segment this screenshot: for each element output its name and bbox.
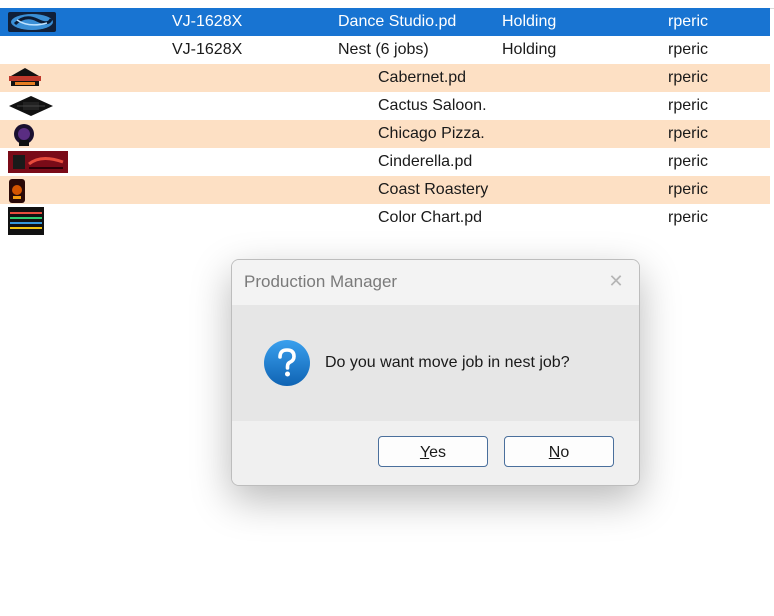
job-name-cell: Coast Roastery [378,181,489,198]
cinderella-thumbnail-icon [7,150,69,174]
job-row-nest[interactable]: VJ-1628X Nest (6 jobs) Holding rperic [0,36,770,64]
job-row-cabernet[interactable]: Cabernet.pd rperic [0,64,770,92]
job-list: VJ-1628X Dance Studio.pd Holding rperic … [0,0,774,260]
dialog-title-bar[interactable]: Production Manager ✕ [232,260,639,305]
dialog-body: Do you want move job in nest job? [232,305,639,421]
dialog-message: Do you want move job in nest job? [325,354,570,371]
job-name-cell: Color Chart.pd [378,209,483,226]
question-icon [263,339,311,387]
job-name-cell: Cactus Saloon. [378,97,487,114]
close-icon[interactable]: ✕ [605,270,627,292]
status-cell: Holding [502,13,557,30]
no-button[interactable]: No [504,436,614,467]
user-cell: rperic [668,97,709,114]
status-cell: Holding [502,41,557,58]
dialog-title: Production Manager [244,272,398,291]
job-row-dance-studio[interactable]: VJ-1628X Dance Studio.pd Holding rperic [0,8,770,36]
job-name-cell: Chicago Pizza. [378,125,485,142]
job-name-cell: Cinderella.pd [378,153,473,170]
yes-button[interactable]: Yes [378,436,488,467]
dialog-footer: Yes No [232,421,639,485]
no-mnemonic: N [548,444,561,461]
job-name-cell: Dance Studio.pd [338,13,457,30]
no-label-rest: o [560,444,570,461]
job-row-cactus-saloon[interactable]: Cactus Saloon. rperic [0,92,770,120]
yes-mnemonic: Y [419,444,430,461]
job-row-chicago-pizza[interactable]: Chicago Pizza. rperic [0,120,770,148]
job-row-cinderella[interactable]: Cinderella.pd rperic [0,148,770,176]
coast-roastery-thumbnail-icon [7,178,27,203]
printer-cell: VJ-1628X [172,13,243,30]
user-cell: rperic [668,125,709,142]
job-row-color-chart[interactable]: Color Chart.pd rperic [0,204,770,235]
user-cell: rperic [668,69,709,86]
job-row-coast-roastery[interactable]: Coast Roastery rperic [0,176,770,204]
confirm-dialog: Production Manager ✕ Do you want move jo… [231,259,640,486]
dance-studio-thumbnail-icon [7,10,57,34]
chicago-pizza-thumbnail-icon [7,122,43,146]
user-cell: rperic [668,209,709,226]
yes-label-rest: es [429,444,447,461]
color-chart-thumbnail-icon [7,206,45,235]
user-cell: rperic [668,181,709,198]
job-name-cell: Cabernet.pd [378,69,467,86]
printer-cell: VJ-1628X [172,41,243,58]
cactus-saloon-thumbnail-icon [7,94,55,118]
user-cell: rperic [668,153,709,170]
job-name-cell: Nest (6 jobs) [338,41,429,58]
user-cell: rperic [668,13,709,30]
user-cell: rperic [668,41,709,58]
cabernet-thumbnail-icon [7,66,43,90]
